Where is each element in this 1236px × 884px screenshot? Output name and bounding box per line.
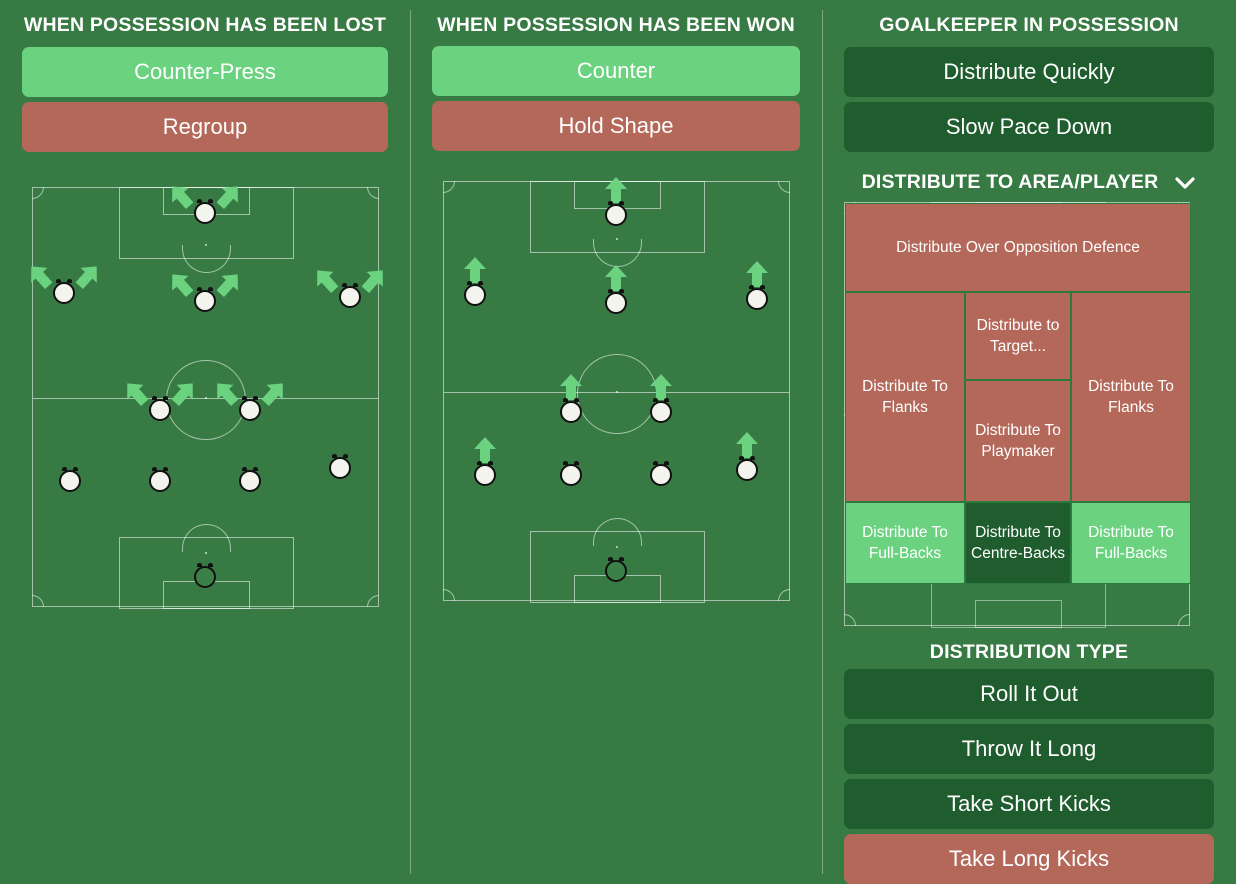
goalkeeper-options: Distribute Quickly Slow Pace Down xyxy=(822,47,1236,152)
counter-press-player-centre-mid-right[interactable] xyxy=(238,395,261,421)
pitch-corner-tr xyxy=(366,187,379,199)
counter-arrow-up-9 xyxy=(734,431,760,459)
pitch2-centre-circle xyxy=(576,354,657,434)
counter-arrow-up-5 xyxy=(648,373,674,401)
counter-press-pitch[interactable] xyxy=(30,186,383,609)
pitch-centre-spot xyxy=(204,397,207,399)
pitch2-penalty-spot-bottom xyxy=(615,546,618,548)
cell-distribute-to-full-backs-left[interactable]: Distribute To Full-Backs xyxy=(845,502,965,584)
counter-player-centre-back-right[interactable] xyxy=(649,460,672,486)
counter-press-player-left-wing[interactable] xyxy=(52,278,75,304)
possession-won-options: Counter Hold Shape xyxy=(410,46,822,151)
pitch-d-arc-bottom xyxy=(181,524,231,552)
counter-arrow-up-2 xyxy=(462,256,488,284)
counter-player-right-wing[interactable] xyxy=(746,285,769,311)
option-slow-pace-down[interactable]: Slow Pace Down xyxy=(844,102,1214,152)
distribute-area-header[interactable]: DISTRIBUTE TO AREA/PLAYER xyxy=(822,157,1236,194)
option-hold-shape[interactable]: Hold Shape xyxy=(432,101,800,151)
pitch2-corner-br xyxy=(777,589,790,601)
possession-lost-pitch-wrap xyxy=(0,186,410,609)
grid-corner-bl xyxy=(844,614,856,626)
possession-lost-options: Counter-Press Regroup xyxy=(0,47,410,152)
cell-distribute-to-full-backs-right[interactable]: Distribute To Full-Backs xyxy=(1071,502,1191,584)
option-regroup[interactable]: Regroup xyxy=(22,102,388,152)
option-distribute-quickly[interactable]: Distribute Quickly xyxy=(844,47,1214,97)
pitch-penalty-spot-bottom xyxy=(204,552,207,554)
cell-distribute-to-flanks-right[interactable]: Distribute To Flanks xyxy=(1071,292,1191,502)
counter-arrow-up-4 xyxy=(558,373,584,401)
counter-player-left-back[interactable] xyxy=(473,460,496,486)
pitch-corner-br xyxy=(366,595,379,607)
counter-press-player-centre-mid-left[interactable] xyxy=(149,395,172,421)
counter-press-player-right-wing[interactable] xyxy=(338,282,361,308)
counter-arrow-up-6 xyxy=(472,436,498,464)
counter-player-attacking-mid[interactable] xyxy=(605,289,627,315)
option-take-short-kicks[interactable]: Take Short Kicks xyxy=(844,779,1214,829)
pitch2-corner-bl xyxy=(442,589,455,601)
counter-pitch[interactable] xyxy=(442,177,790,603)
pitch2-corner-tr xyxy=(777,181,790,193)
pitch2-corner-tl xyxy=(442,181,455,193)
distribution-type-title: DISTRIBUTION TYPE xyxy=(929,641,1129,663)
counter-arrow-up-3 xyxy=(744,260,770,288)
cell-distribute-to-playmaker[interactable]: Distribute To Playmaker xyxy=(965,380,1071,502)
grid-corner-br xyxy=(1178,614,1190,626)
counter-press-player-left-back[interactable] xyxy=(59,466,82,492)
pitch-corner-bl xyxy=(31,595,44,607)
option-counter[interactable]: Counter xyxy=(432,46,800,96)
distribution-type-options: Roll It Out Throw It Long Take Short Kic… xyxy=(822,669,1236,884)
counter-arrow-up-1 xyxy=(603,264,629,292)
tactics-screen: WHEN POSSESSION HAS BEEN LOST Counter-Pr… xyxy=(0,0,1236,884)
cell-distribute-to-flanks-left[interactable]: Distribute To Flanks xyxy=(845,292,965,502)
distribute-area-grid[interactable]: Distribute Over Opposition Defence Distr… xyxy=(844,202,1191,628)
pitch2-centre-spot xyxy=(615,391,618,393)
cell-distribute-to-centre-backs[interactable]: Distribute To Centre-Backs xyxy=(965,502,1071,584)
pitch-corner-tl xyxy=(31,187,44,199)
pitch2-d-arc-bottom xyxy=(592,518,642,546)
counter-player-centre-mid-left[interactable] xyxy=(560,397,583,423)
possession-lost-title: WHEN POSSESSION HAS BEEN LOST xyxy=(23,14,387,36)
counter-player-left-wing[interactable] xyxy=(463,280,486,306)
cell-distribute-to-target[interactable]: Distribute to Target... xyxy=(965,292,1071,380)
chevron-down-icon[interactable] xyxy=(1174,176,1196,190)
option-counter-press[interactable]: Counter-Press xyxy=(22,47,388,97)
counter-press-player-right-back[interactable] xyxy=(328,454,351,480)
counter-player-centre-mid-right[interactable] xyxy=(649,397,672,423)
option-roll-it-out[interactable]: Roll It Out xyxy=(844,669,1214,719)
distribute-area-title: DISTRIBUTE TO AREA/PLAYER xyxy=(861,171,1159,193)
column-goalkeeper: GOALKEEPER IN POSSESSION Distribute Quic… xyxy=(822,0,1236,884)
counter-player-striker[interactable] xyxy=(605,201,627,227)
counter-arrow-up-0 xyxy=(603,176,629,204)
counter-press-player-striker[interactable] xyxy=(194,199,216,225)
grid-six-yard-box-bottom xyxy=(975,600,1062,628)
pitch2-d-arc-top xyxy=(592,239,642,267)
column-possession-lost: WHEN POSSESSION HAS BEEN LOST Counter-Pr… xyxy=(0,0,410,884)
possession-won-title: WHEN POSSESSION HAS BEEN WON xyxy=(437,14,795,36)
option-throw-it-long[interactable]: Throw It Long xyxy=(844,724,1214,774)
possession-won-pitch-wrap xyxy=(410,177,822,603)
column-possession-won: WHEN POSSESSION HAS BEEN WON Counter Hol… xyxy=(410,0,822,884)
counter-press-player-centre-back-left[interactable] xyxy=(149,466,172,492)
counter-player-goalkeeper[interactable] xyxy=(605,556,627,582)
cell-distribute-over-opposition-defence[interactable]: Distribute Over Opposition Defence xyxy=(845,203,1191,292)
counter-player-right-back[interactable] xyxy=(736,456,759,482)
counter-press-player-centre-back-right[interactable] xyxy=(238,466,261,492)
counter-press-player-attacking-mid[interactable] xyxy=(194,286,216,312)
pitch-d-arc-top xyxy=(181,245,231,273)
option-take-long-kicks[interactable]: Take Long Kicks xyxy=(844,834,1214,884)
goalkeeper-title: GOALKEEPER IN POSSESSION xyxy=(879,14,1179,36)
counter-press-player-goalkeeper[interactable] xyxy=(194,562,216,588)
counter-player-centre-back-left[interactable] xyxy=(560,460,583,486)
